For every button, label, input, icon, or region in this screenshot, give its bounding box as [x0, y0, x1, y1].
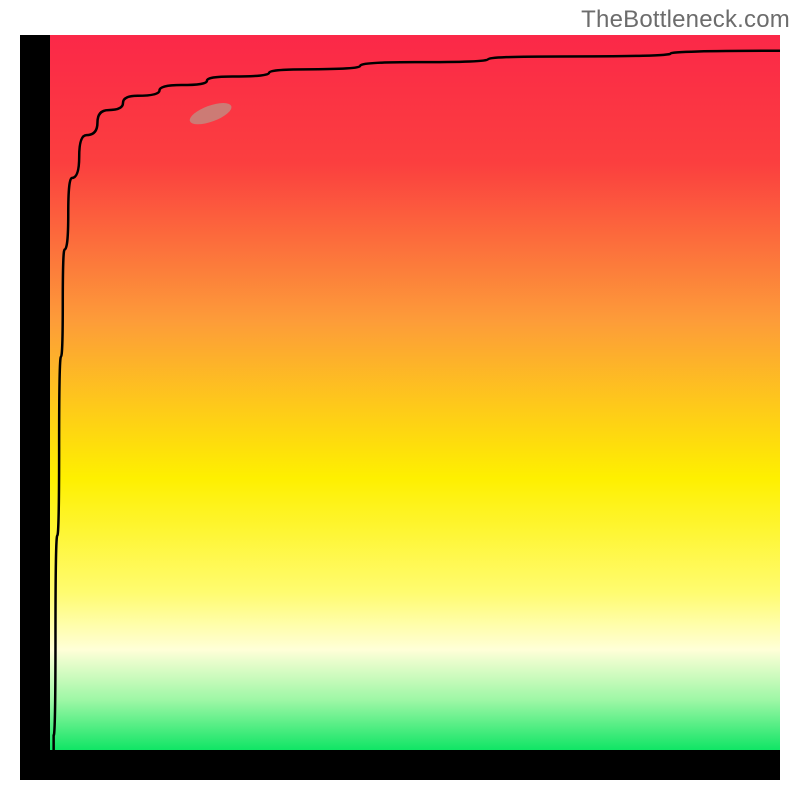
curve-marker	[187, 99, 234, 129]
watermark-text: TheBottleneck.com	[581, 6, 790, 34]
curve-line	[54, 51, 780, 750]
curve-svg	[50, 35, 780, 750]
chart-container: TheBottleneck.com	[0, 0, 800, 800]
plot-area	[50, 35, 780, 750]
plot-frame	[20, 35, 780, 780]
